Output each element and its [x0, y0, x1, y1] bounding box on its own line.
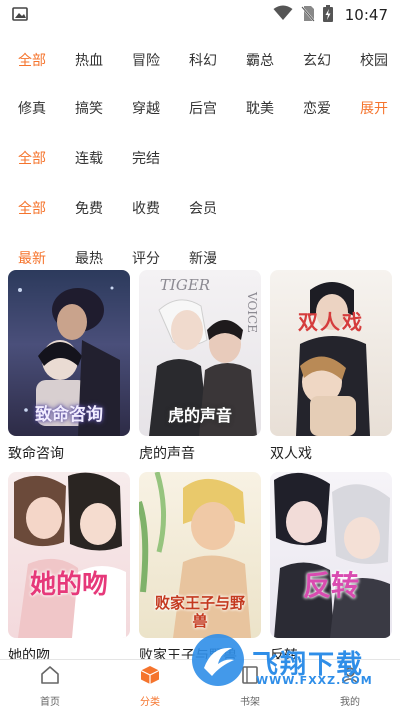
- cover-title: 败家王子与野兽: [154, 594, 245, 630]
- genre-chip-romance[interactable]: 恋爱: [303, 98, 331, 118]
- comic-card[interactable]: 她的吻 她的吻: [8, 472, 130, 674]
- status-chip-ongoing[interactable]: 连载: [75, 148, 103, 168]
- genre-chip-hotblood[interactable]: 热血: [75, 50, 103, 70]
- comic-card[interactable]: 双人戏 双人戏: [270, 270, 392, 472]
- image-icon: [12, 6, 28, 25]
- nav-home[interactable]: 首页: [0, 660, 100, 711]
- genre-chip-ceo[interactable]: 霸总: [246, 50, 274, 70]
- comic-title: 致命咨询: [8, 446, 64, 462]
- price-chip-vip[interactable]: 会员: [189, 198, 217, 218]
- genre-chip-fantasy[interactable]: 玄幻: [303, 50, 331, 70]
- filter-panel: 全部 热血 冒险 科幻 霸总 玄幻 校园 修真 搞笑 穿越 后宫 耽美 恋爱 展…: [0, 36, 400, 282]
- cover-subtitle: TIGER: [159, 276, 211, 294]
- genre-chip-cultivation[interactable]: 修真: [18, 98, 46, 118]
- status-chip-completed[interactable]: 完结: [132, 148, 160, 168]
- status-chip-all[interactable]: 全部: [18, 148, 46, 168]
- category-icon: [139, 664, 161, 690]
- wifi-icon: [273, 5, 293, 25]
- genre-chip-scifi[interactable]: 科幻: [189, 50, 217, 70]
- nav-category-label: 分类: [140, 696, 160, 708]
- nav-mine-label: 我的: [340, 696, 360, 708]
- watermark-url: WWW.FXXZ.COM: [256, 674, 373, 687]
- price-chip-paid[interactable]: 收费: [132, 198, 160, 218]
- comic-card[interactable]: 致命咨询 致命咨询: [8, 270, 130, 472]
- genre-chip-campus[interactable]: 校园: [360, 50, 388, 70]
- cover-title: 虎的声音: [167, 406, 232, 425]
- genre-filter-row-2: 修真 搞笑 穿越 后宫 耽美 恋爱 展开: [0, 84, 400, 132]
- price-chip-free[interactable]: 免费: [75, 198, 103, 218]
- comic-cover: 双人戏: [270, 270, 392, 436]
- genre-chip-time-travel[interactable]: 穿越: [132, 98, 160, 118]
- genre-chip-comedy[interactable]: 搞笑: [75, 98, 103, 118]
- status-time: 10:47: [344, 6, 388, 24]
- cover-title: 致命咨询: [35, 405, 103, 425]
- genre-chip-bl[interactable]: 耽美: [246, 98, 274, 118]
- expand-genres-button[interactable]: 展开: [360, 98, 388, 118]
- genre-chip-all[interactable]: 全部: [18, 50, 46, 70]
- comic-title: 双人戏: [270, 446, 312, 462]
- watermark: 飞翔下载 WWW.FXXZ.COM: [190, 632, 400, 692]
- sort-chip-new-comics[interactable]: 新漫: [189, 248, 217, 268]
- battery-charging-icon: [322, 4, 333, 26]
- no-sim-icon: [301, 5, 315, 26]
- price-filter-row: 全部 免费 收费 会员: [0, 184, 400, 232]
- price-chip-all[interactable]: 全部: [18, 198, 46, 218]
- comic-cover: 反转: [270, 472, 392, 638]
- comic-cover: TIGER VOICE 虎的声音: [139, 270, 261, 436]
- comic-cover: 她的吻: [8, 472, 130, 638]
- status-bar: 10:47: [0, 0, 400, 30]
- comic-cover: 败家王子与野兽: [139, 472, 261, 638]
- genre-chip-adventure[interactable]: 冒险: [132, 50, 160, 70]
- comic-cover: 致命咨询: [8, 270, 130, 436]
- sort-chip-rating[interactable]: 评分: [132, 248, 160, 268]
- cover-side-text: VOICE: [245, 292, 259, 333]
- sort-chip-newest[interactable]: 最新: [18, 248, 46, 268]
- home-icon: [39, 664, 61, 690]
- genre-chip-harem[interactable]: 后宫: [189, 98, 217, 118]
- watermark-logo-icon: [190, 632, 246, 692]
- cover-title: 她的吻: [29, 570, 108, 600]
- cover-title: 反转: [302, 569, 359, 602]
- comic-title: 虎的声音: [139, 446, 195, 462]
- nav-home-label: 首页: [40, 696, 60, 708]
- cover-title: 双人戏: [298, 310, 364, 334]
- nav-category[interactable]: 分类: [100, 660, 200, 711]
- nav-bookshelf-label: 书架: [240, 696, 260, 708]
- comic-card[interactable]: TIGER VOICE 虎的声音 虎的声音: [139, 270, 261, 472]
- comic-grid: 致命咨询 致命咨询 TIGER VOICE 虎的声音 虎的声音 双人戏 双人戏 …: [8, 270, 392, 674]
- status-filter-row: 全部 连载 完结: [0, 134, 400, 182]
- genre-filter-row: 全部 热血 冒险 科幻 霸总 玄幻 校园: [0, 36, 400, 84]
- sort-chip-hottest[interactable]: 最热: [75, 248, 103, 268]
